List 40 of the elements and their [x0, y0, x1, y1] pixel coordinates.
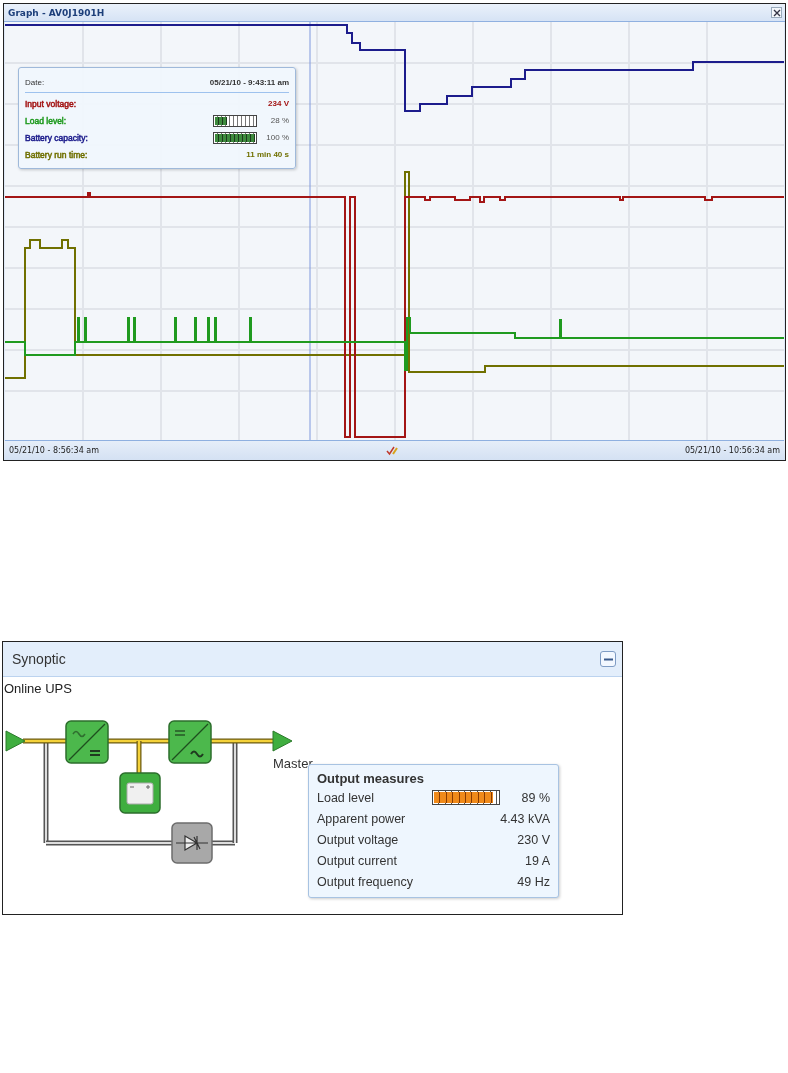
- measure-value: 89 %: [520, 790, 550, 805]
- window-title: Graph - AV0J1901H: [8, 7, 105, 18]
- inverter-icon[interactable]: [168, 720, 212, 764]
- output-label: Master: [273, 756, 313, 771]
- measure-value: 234 V: [268, 99, 289, 108]
- power-wire: [211, 738, 273, 744]
- rectifier-icon[interactable]: [65, 720, 109, 764]
- collapse-button[interactable]: [600, 651, 616, 667]
- panel-title: Synoptic: [12, 651, 66, 667]
- measure-label: Input voltage:: [25, 98, 77, 109]
- measure-label: Apparent power: [317, 811, 407, 826]
- measure-label: Output frequency: [317, 874, 414, 889]
- measure-label: Load level: [317, 790, 375, 805]
- minus-icon: [603, 657, 613, 661]
- measure-value: 19 A: [524, 853, 550, 868]
- measures-title: Output measures: [317, 771, 425, 786]
- bypass-switch-icon[interactable]: [171, 822, 213, 864]
- date-value: 05/21/10 - 9:43:11 am: [209, 77, 289, 87]
- measure-label: Battery run time:: [25, 149, 88, 160]
- measure-value: 49 Hz: [517, 874, 550, 889]
- measure-value: 100 %: [265, 133, 289, 142]
- measure-value: 11 min 40 s: [246, 150, 289, 159]
- input-port-icon[interactable]: [5, 730, 26, 752]
- date-label: Date:: [25, 77, 45, 87]
- output-port-icon[interactable]: [272, 730, 293, 752]
- diagram-title: Online UPS: [4, 681, 72, 696]
- close-icon: [772, 8, 781, 17]
- start-time: 05/21/10 - 8:56:34 am: [9, 446, 99, 455]
- measure-value: 4.43 kVA: [500, 811, 550, 826]
- measure-label: Output current: [317, 853, 398, 868]
- power-wire: [23, 738, 66, 744]
- measure-value: 28 %: [269, 116, 289, 125]
- measure-label: Battery capacity:: [25, 132, 88, 143]
- measure-label: Output voltage: [317, 832, 400, 847]
- close-button[interactable]: [771, 7, 782, 18]
- check-pencil-icon[interactable]: [385, 445, 398, 456]
- end-time: 05/21/10 - 10:56:34 am: [684, 446, 780, 455]
- measure-value: 230 V: [517, 832, 550, 847]
- battery-icon[interactable]: [119, 772, 161, 814]
- measure-label: Load level:: [25, 115, 67, 126]
